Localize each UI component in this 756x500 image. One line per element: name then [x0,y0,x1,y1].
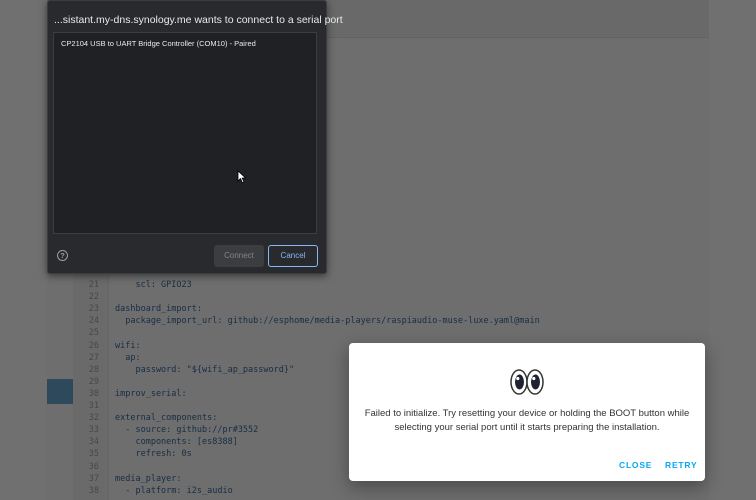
retry-button[interactable]: RETRY [665,460,698,470]
serial-dialog-title: ...sistant.my-dns.synology.me wants to c… [54,14,343,26]
mouse-cursor-icon [237,170,247,184]
error-dialog: Failed to initialize. Try resetting your… [349,343,705,481]
port-list-item[interactable]: CP2104 USB to UART Bridge Controller (CO… [54,36,316,52]
error-message: Failed to initialize. Try resetting your… [364,408,690,433]
cancel-button[interactable]: Cancel [268,245,318,267]
eyes-icon [510,369,544,395]
serial-port-chooser: ...sistant.my-dns.synology.me wants to c… [47,0,343,274]
help-icon[interactable]: ? [57,250,68,261]
close-button[interactable]: CLOSE [619,460,652,470]
connect-button[interactable]: Connect [214,245,264,267]
port-list: CP2104 USB to UART Bridge Controller (CO… [53,32,317,234]
